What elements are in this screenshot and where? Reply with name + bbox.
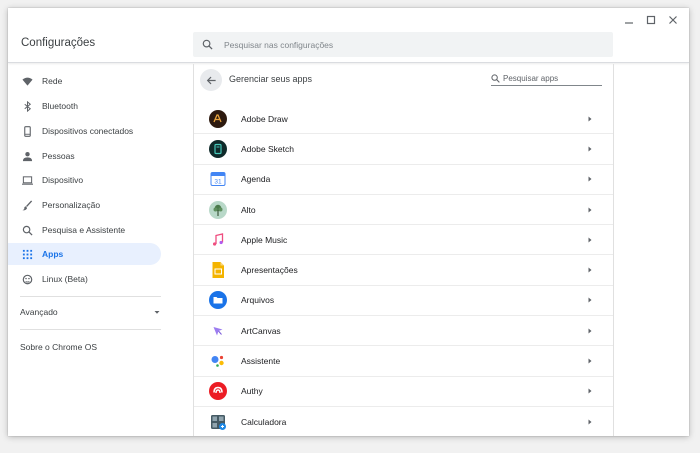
sidebar-item-label: Pesquisa e Assistente xyxy=(42,225,126,235)
app-list: Adobe Draw Adobe Sketch 31 Agenda Alto A… xyxy=(194,104,613,436)
search-icon xyxy=(202,39,213,50)
chevron-right-icon xyxy=(588,297,592,303)
app-name: ArtCanvas xyxy=(241,325,281,336)
sidebar-item-label: Dispositivo xyxy=(42,175,84,185)
app-row-apresentacoes[interactable]: Apresentações xyxy=(194,255,613,286)
back-button[interactable] xyxy=(200,69,222,91)
search-icon xyxy=(491,74,500,83)
alto-icon xyxy=(209,200,227,219)
app-name: Calculadora xyxy=(241,417,287,428)
artcanvas-icon xyxy=(209,322,227,340)
apps-grid-icon xyxy=(21,248,33,260)
app-name: Alto xyxy=(241,204,256,215)
linux-icon xyxy=(21,273,33,285)
app-row-agenda[interactable]: 31 Agenda xyxy=(194,165,613,195)
sidebar: Rede Bluetooth Dispositivos conectados P… xyxy=(8,64,193,436)
sidebar-item-rede[interactable]: Rede xyxy=(8,70,161,92)
app-row-authy[interactable]: Authy xyxy=(194,377,613,407)
chevron-right-icon xyxy=(588,237,592,243)
sidebar-item-label: Personalização xyxy=(42,200,101,210)
apps-subheader: Gerenciar seus apps xyxy=(194,64,613,104)
settings-window: Configurações Rede Bluetooth Dis xyxy=(8,8,689,436)
advanced-label: Avançado xyxy=(20,307,58,317)
section-title: Gerenciar seus apps xyxy=(229,74,313,84)
assistant-icon xyxy=(209,352,227,370)
sidebar-item-dispositivos-conectados[interactable]: Dispositivos conectados xyxy=(8,120,161,142)
app-search[interactable] xyxy=(491,72,602,86)
sidebar-item-label: Bluetooth xyxy=(42,101,78,111)
phone-icon xyxy=(21,125,33,137)
sidebar-item-pesquisa-assistente[interactable]: Pesquisa e Assistente xyxy=(8,219,161,241)
app-row-apple-music[interactable]: Apple Music xyxy=(194,225,613,256)
adobe-draw-icon xyxy=(209,109,227,128)
adobe-sketch-icon xyxy=(209,139,227,158)
app-name: Apresentações xyxy=(241,265,298,276)
sidebar-item-apps[interactable]: Apps xyxy=(8,243,161,265)
music-note-icon xyxy=(209,231,227,249)
arrow-back-icon xyxy=(206,76,216,84)
calculator-icon xyxy=(209,413,227,431)
search-input[interactable] xyxy=(224,39,584,50)
app-row-calculadora[interactable]: Calculadora xyxy=(194,407,613,436)
sidebar-item-label: Dispositivos conectados xyxy=(42,126,134,136)
app-row-artcanvas[interactable]: ArtCanvas xyxy=(194,316,613,347)
sidebar-item-dispositivo[interactable]: Dispositivo xyxy=(8,169,161,191)
app-name: Apple Music xyxy=(241,234,288,245)
chevron-right-icon xyxy=(588,267,592,273)
about-chrome-os-link[interactable]: Sobre o Chrome OS xyxy=(20,342,97,352)
authy-icon xyxy=(209,382,227,401)
brush-icon xyxy=(21,199,33,211)
app-name: Assistente xyxy=(241,356,281,367)
sidebar-item-label: Pessoas xyxy=(42,151,75,161)
app-row-adobe-draw[interactable]: Adobe Draw xyxy=(194,104,613,135)
settings-search[interactable] xyxy=(193,32,613,57)
app-name: Authy xyxy=(241,386,263,397)
settings-header: Configurações xyxy=(8,8,689,63)
sidebar-item-bluetooth[interactable]: Bluetooth xyxy=(8,95,161,117)
laptop-icon xyxy=(21,174,33,186)
app-row-assistente[interactable]: Assistente xyxy=(194,346,613,377)
chevron-right-icon xyxy=(588,388,592,394)
bluetooth-icon xyxy=(21,100,33,112)
sidebar-item-label: Linux (Beta) xyxy=(42,274,88,284)
chevron-right-icon xyxy=(588,146,592,152)
sidebar-item-personalizacao[interactable]: Personalização xyxy=(8,194,161,216)
apps-panel: Gerenciar seus apps Adobe Draw xyxy=(193,64,614,436)
wifi-icon xyxy=(21,75,33,87)
sidebar-divider xyxy=(20,329,161,330)
slides-icon xyxy=(209,261,227,279)
chevron-right-icon xyxy=(588,328,592,334)
chevron-right-icon xyxy=(588,419,592,425)
chevron-right-icon xyxy=(588,176,592,182)
app-name: Arquivos xyxy=(241,295,275,306)
sidebar-divider xyxy=(20,296,161,297)
search-icon xyxy=(21,224,33,236)
page-title: Configurações xyxy=(21,37,96,49)
chevron-right-icon xyxy=(588,358,592,364)
app-name: Adobe Sketch xyxy=(241,143,294,154)
app-row-arquivos[interactable]: Arquivos xyxy=(194,286,613,317)
chevron-right-icon xyxy=(588,116,592,122)
files-folder-icon xyxy=(209,291,227,310)
app-name: Adobe Draw xyxy=(241,113,288,124)
sidebar-item-label: Apps xyxy=(42,249,64,259)
caret-down-icon xyxy=(154,311,160,314)
sidebar-item-linux[interactable]: Linux (Beta) xyxy=(8,268,161,290)
app-row-adobe-sketch[interactable]: Adobe Sketch xyxy=(194,134,613,165)
advanced-toggle[interactable]: Avançado xyxy=(20,304,161,320)
app-row-alto[interactable]: Alto xyxy=(194,195,613,226)
sidebar-item-label: Rede xyxy=(42,76,63,86)
sidebar-item-pessoas[interactable]: Pessoas xyxy=(8,145,161,167)
calendar-day: 31 xyxy=(214,179,222,186)
app-name: Agenda xyxy=(241,174,271,185)
chevron-right-icon xyxy=(588,207,592,213)
calendar-icon: 31 xyxy=(209,170,227,188)
app-search-input[interactable] xyxy=(503,74,598,83)
person-icon xyxy=(21,150,33,162)
